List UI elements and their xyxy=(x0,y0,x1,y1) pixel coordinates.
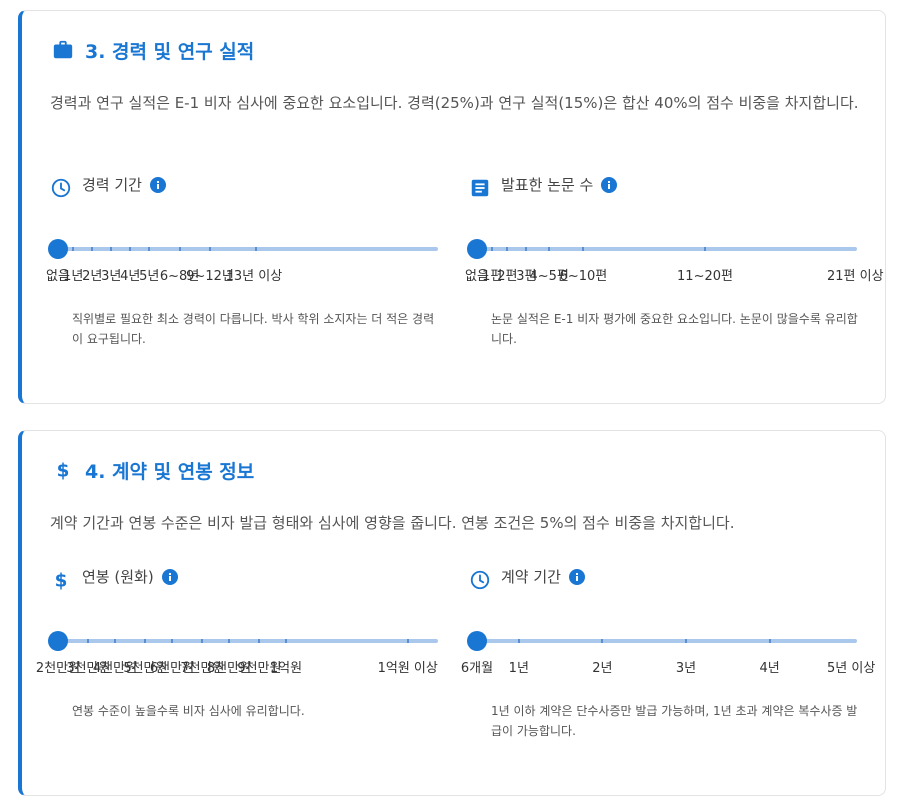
slider-mark-label: 1억원 이상 xyxy=(377,661,438,676)
slider-track[interactable] xyxy=(477,247,857,251)
slider-tick xyxy=(178,247,181,251)
slider-thumb[interactable] xyxy=(467,631,487,651)
info-icon[interactable] xyxy=(149,176,166,193)
slider-tick xyxy=(228,639,230,643)
slider-mark-label: 2년 xyxy=(82,269,103,284)
slider-mark-label: 6개월 xyxy=(460,661,494,676)
info-icon[interactable] xyxy=(601,176,618,193)
slider-tick xyxy=(254,247,257,251)
papers-slider[interactable] xyxy=(467,239,857,259)
papers-help: 논문 실적은 E-1 비자 평가에 중요한 요소입니다. 논문이 많을수록 유리… xyxy=(491,312,858,346)
slider-mark-label: 13년 이상 xyxy=(225,269,283,284)
slider-tick xyxy=(525,247,528,251)
clock-icon xyxy=(469,569,491,591)
slider-thumb[interactable] xyxy=(467,239,487,259)
slider-tick xyxy=(704,247,706,251)
slider-tick xyxy=(87,639,90,643)
slider-tick xyxy=(285,639,287,643)
experience-label: 경력 기간 xyxy=(82,176,142,194)
clock-icon xyxy=(50,177,72,199)
slider-tick xyxy=(582,247,585,251)
slider-tick xyxy=(148,247,151,251)
document-icon xyxy=(469,177,491,199)
info-icon[interactable] xyxy=(161,568,178,585)
slider-track[interactable] xyxy=(477,639,857,643)
svg-text:$: $ xyxy=(57,460,70,481)
slider-tick xyxy=(768,639,771,643)
slider-mark-label: 1년 xyxy=(63,269,84,284)
experience-slider[interactable] xyxy=(48,239,438,259)
slider-mark-label: 1년 xyxy=(508,661,529,676)
salary-help: 연봉 수준이 높을수록 비자 심사에 유리합니다. xyxy=(72,704,305,718)
career-research-section: 3. 경력 및 연구 실적 경력과 연구 실적은 E-1 비자 심사에 중요한 … xyxy=(18,10,886,404)
briefcase-icon xyxy=(52,39,74,61)
slider-tick xyxy=(406,639,409,643)
slider-tick xyxy=(129,247,132,251)
contract-slider[interactable] xyxy=(467,631,857,651)
contract-help: 1년 이하 계약은 단수사증만 발급 가능하며, 1년 초과 계약은 복수사증 … xyxy=(491,704,858,738)
slider-tick xyxy=(258,639,261,643)
slider-mark-label: 2편 xyxy=(497,269,518,284)
slider-track[interactable] xyxy=(58,247,438,251)
papers-field: 발표한 논문 수 논문 실적은 E-1 비자 평가에 중요한 요소입니다. 논문… xyxy=(465,176,884,377)
section-description: 경력과 연구 실적은 E-1 비자 심사에 중요한 요소입니다. 경력(25%)… xyxy=(50,94,859,112)
contract-field: 계약 기간 1년 이하 계약은 단수사증만 발급 가능하며, 1년 초과 계약은… xyxy=(461,568,875,769)
info-icon[interactable] xyxy=(568,568,585,585)
slider-tick xyxy=(685,639,687,643)
slider-mark-label: 6~10편 xyxy=(559,269,608,284)
slider-mark-label: 11~20편 xyxy=(677,269,733,284)
slider-tick xyxy=(114,639,116,643)
slider-mark-label: 1억원 xyxy=(269,661,303,676)
slider-tick xyxy=(171,639,173,643)
slider-mark-label: 4년 xyxy=(120,269,141,284)
dollar-icon: $ xyxy=(52,459,74,481)
slider-tick xyxy=(91,247,94,251)
dollar-icon: $ xyxy=(50,569,72,591)
slider-tick xyxy=(209,247,211,251)
salary-label: 연봉 (원화) xyxy=(82,568,154,586)
slider-mark-label: 21편 이상 xyxy=(827,269,884,284)
experience-help: 직위별로 필요한 최소 경력이 다릅니다. 박사 학위 소지자는 더 적은 경력… xyxy=(72,312,435,346)
slider-mark-label: 4년 xyxy=(759,661,780,676)
slider-mark-label: 2년 xyxy=(592,661,613,676)
slider-tick xyxy=(201,639,204,643)
experience-field: 경력 기간 직위별로 필요한 최소 경력이 다릅니다. 박사 학위 소지자는 더… xyxy=(46,176,450,377)
slider-thumb[interactable] xyxy=(48,239,68,259)
slider-tick xyxy=(506,247,509,251)
slider-thumb[interactable] xyxy=(48,631,68,651)
contract-salary-section: $ 4. 계약 및 연봉 정보 계약 기간과 연봉 수준은 비자 발급 형태와 … xyxy=(18,430,886,796)
slider-tick xyxy=(491,247,494,251)
slider-mark-label: 3년 xyxy=(675,661,697,676)
slider-tick xyxy=(548,247,551,251)
slider-mark-label: 3년 xyxy=(101,269,122,284)
papers-label: 발표한 논문 수 xyxy=(501,176,594,194)
section-description: 계약 기간과 연봉 수준은 비자 발급 형태와 심사에 영향을 줍니다. 연봉 … xyxy=(50,514,735,532)
slider-tick xyxy=(517,639,520,643)
salary-slider[interactable] xyxy=(48,631,438,651)
slider-tick xyxy=(144,639,147,643)
salary-field: $ 연봉 (원화) 연봉 수준이 높을수록 비자 심사에 유리합니다. 2천만원… xyxy=(36,568,450,769)
section-title: 3. 경력 및 연구 실적 xyxy=(85,41,255,63)
slider-mark-label: 5년 xyxy=(139,269,160,284)
slider-tick xyxy=(110,247,113,251)
section-title: 4. 계약 및 연봉 정보 xyxy=(85,461,255,483)
slider-tick xyxy=(601,639,604,643)
svg-text:$: $ xyxy=(55,570,68,591)
slider-mark-label: 5년 이상 xyxy=(827,661,876,676)
slider-tick xyxy=(72,247,75,251)
contract-label: 계약 기간 xyxy=(501,568,561,586)
